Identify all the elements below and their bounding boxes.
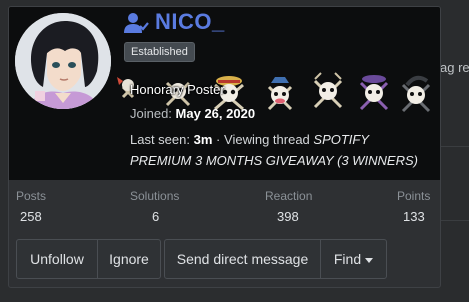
caret-down-icon bbox=[365, 257, 374, 263]
skull-emblem-icon bbox=[359, 75, 389, 111]
find-label: Find bbox=[333, 251, 362, 267]
background-divider bbox=[440, 146, 469, 147]
unfollow-button[interactable]: Unfollow bbox=[17, 240, 97, 278]
reaction-score[interactable]: 398 bbox=[277, 209, 299, 224]
skull-emblem-icon bbox=[313, 72, 343, 109]
message-find-group: Send direct message Find bbox=[164, 239, 387, 279]
separator-dot: · bbox=[216, 132, 221, 147]
posts-count[interactable]: 258 bbox=[20, 209, 42, 224]
member-rank-badge: Established bbox=[124, 42, 195, 62]
member-stats: Posts 258 Solutions 6 Reaction 398 Point… bbox=[9, 189, 440, 229]
skull-emblem-icon bbox=[401, 75, 431, 113]
background-page bbox=[440, 0, 469, 302]
points-count[interactable]: 133 bbox=[403, 209, 425, 224]
skull-emblem-icon bbox=[267, 77, 293, 111]
avatar[interactable] bbox=[15, 13, 111, 109]
avatar-illustration bbox=[15, 13, 111, 109]
joined-label: Joined: bbox=[130, 106, 172, 121]
member-banner: NICO_ Established Honorary Poster Joined… bbox=[9, 7, 440, 180]
username-link[interactable]: NICO_ bbox=[155, 9, 225, 35]
follow-ignore-group: Unfollow Ignore bbox=[16, 239, 161, 279]
last-seen-label: Last seen: bbox=[130, 132, 190, 147]
find-dropdown-button[interactable]: Find bbox=[320, 240, 386, 278]
last-seen-line: Last seen: 3m · Viewing thread SPOTIFY P… bbox=[130, 129, 430, 171]
background-partial-text: ag re bbox=[440, 60, 469, 75]
reaction-label: Reaction bbox=[265, 189, 313, 203]
background-divider bbox=[440, 220, 469, 221]
solutions-count[interactable]: 6 bbox=[152, 209, 159, 224]
member-tooltip-card: NICO_ Established Honorary Poster Joined… bbox=[8, 6, 441, 288]
user-title: Honorary Poster bbox=[130, 82, 225, 97]
posts-label: Posts bbox=[16, 189, 47, 203]
joined-date: May 26, 2020 bbox=[175, 106, 256, 121]
last-seen-time: 3m bbox=[193, 132, 213, 147]
solutions-label: Solutions bbox=[130, 189, 180, 203]
points-label: Points bbox=[397, 189, 431, 203]
activity-text: Viewing thread bbox=[224, 132, 310, 147]
send-direct-message-button[interactable]: Send direct message bbox=[165, 240, 320, 278]
user-check-icon bbox=[123, 11, 149, 37]
ignore-button[interactable]: Ignore bbox=[97, 240, 160, 278]
joined-line: Joined: May 26, 2020 bbox=[130, 106, 255, 121]
